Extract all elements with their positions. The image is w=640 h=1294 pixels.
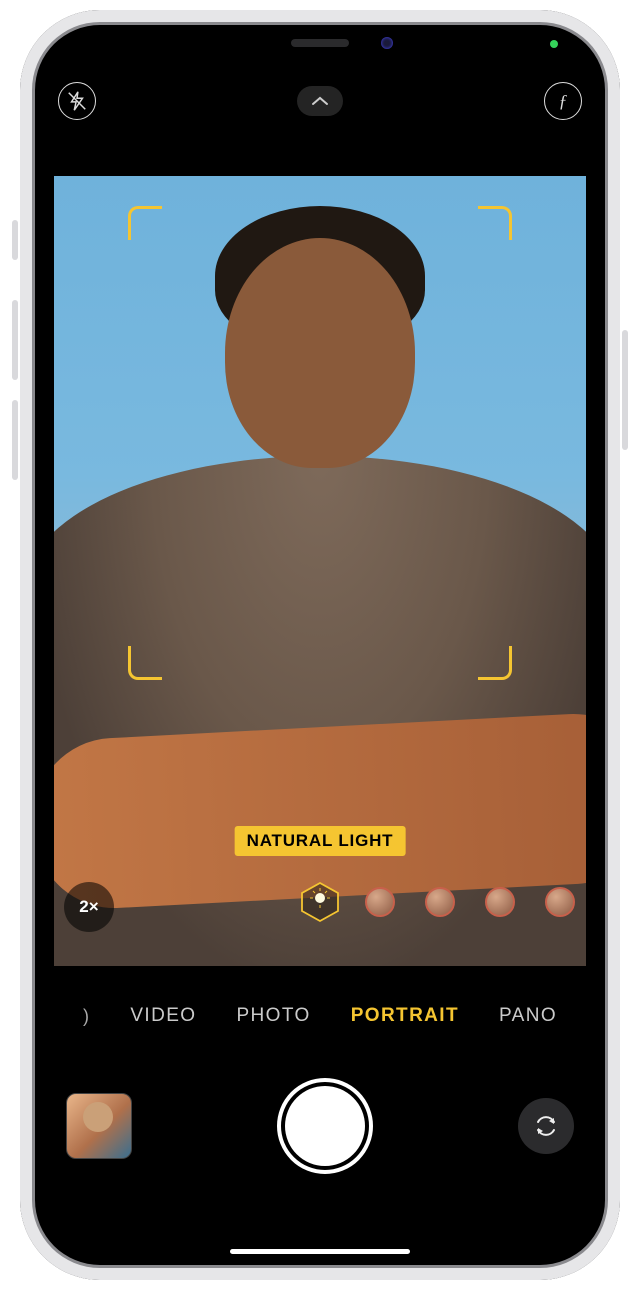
zoom-button[interactable]: 2×	[64, 882, 114, 932]
flash-off-icon	[66, 90, 88, 112]
lighting-picker[interactable]	[54, 878, 586, 926]
mode-video[interactable]: VIDEO	[130, 1005, 196, 1027]
last-photo-thumbnail[interactable]	[66, 1093, 132, 1159]
mode-photo[interactable]: PHOTO	[236, 1005, 310, 1027]
expand-controls-button[interactable]	[297, 86, 343, 116]
chevron-up-icon	[311, 95, 329, 107]
lighting-cube-icon	[298, 880, 342, 924]
home-indicator[interactable]	[230, 1249, 410, 1254]
focus-corner-bottom-right	[478, 646, 512, 680]
lighting-option-2[interactable]	[365, 887, 395, 917]
notch	[205, 26, 435, 60]
volume-up-button	[12, 300, 18, 380]
focus-corner-top-right	[478, 206, 512, 240]
bottom-controls	[36, 1056, 604, 1196]
lighting-mode-label: NATURAL LIGHT	[235, 826, 406, 856]
lighting-option-4[interactable]	[485, 887, 515, 917]
aperture-icon: ƒ	[559, 91, 568, 112]
mode-portrait[interactable]: PORTRAIT	[351, 1005, 459, 1027]
flip-camera-icon	[532, 1112, 560, 1140]
ringer-switch	[12, 220, 18, 260]
depth-control-button[interactable]: ƒ	[544, 82, 582, 120]
flip-camera-button[interactable]	[518, 1098, 574, 1154]
lighting-option-selected[interactable]	[298, 880, 342, 924]
speaker-grille	[291, 39, 349, 47]
power-button	[622, 330, 628, 450]
phone-frame: ƒ NATURAL LIGHT	[20, 10, 620, 1280]
camera-viewfinder[interactable]: NATURAL LIGHT	[54, 176, 586, 966]
volume-down-button	[12, 400, 18, 480]
mode-pano[interactable]: PANO	[499, 1005, 557, 1027]
top-toolbar: ƒ	[36, 76, 604, 126]
camera-mode-strip[interactable]: ) VIDEO PHOTO PORTRAIT PANO	[36, 994, 604, 1038]
shutter-button[interactable]	[277, 1078, 373, 1174]
focus-corner-top-left	[128, 206, 162, 240]
focus-corner-bottom-left	[128, 646, 162, 680]
camera-in-use-indicator	[550, 40, 558, 48]
lighting-option-5[interactable]	[545, 887, 575, 917]
subject-face	[225, 238, 415, 468]
screen: ƒ NATURAL LIGHT	[36, 26, 604, 1264]
flash-toggle-button[interactable]	[58, 82, 96, 120]
lighting-option-3[interactable]	[425, 887, 455, 917]
shutter-inner	[285, 1086, 365, 1166]
mode-edge-left: )	[83, 1006, 90, 1027]
front-camera-dot	[381, 37, 393, 49]
zoom-label: 2×	[79, 897, 98, 917]
